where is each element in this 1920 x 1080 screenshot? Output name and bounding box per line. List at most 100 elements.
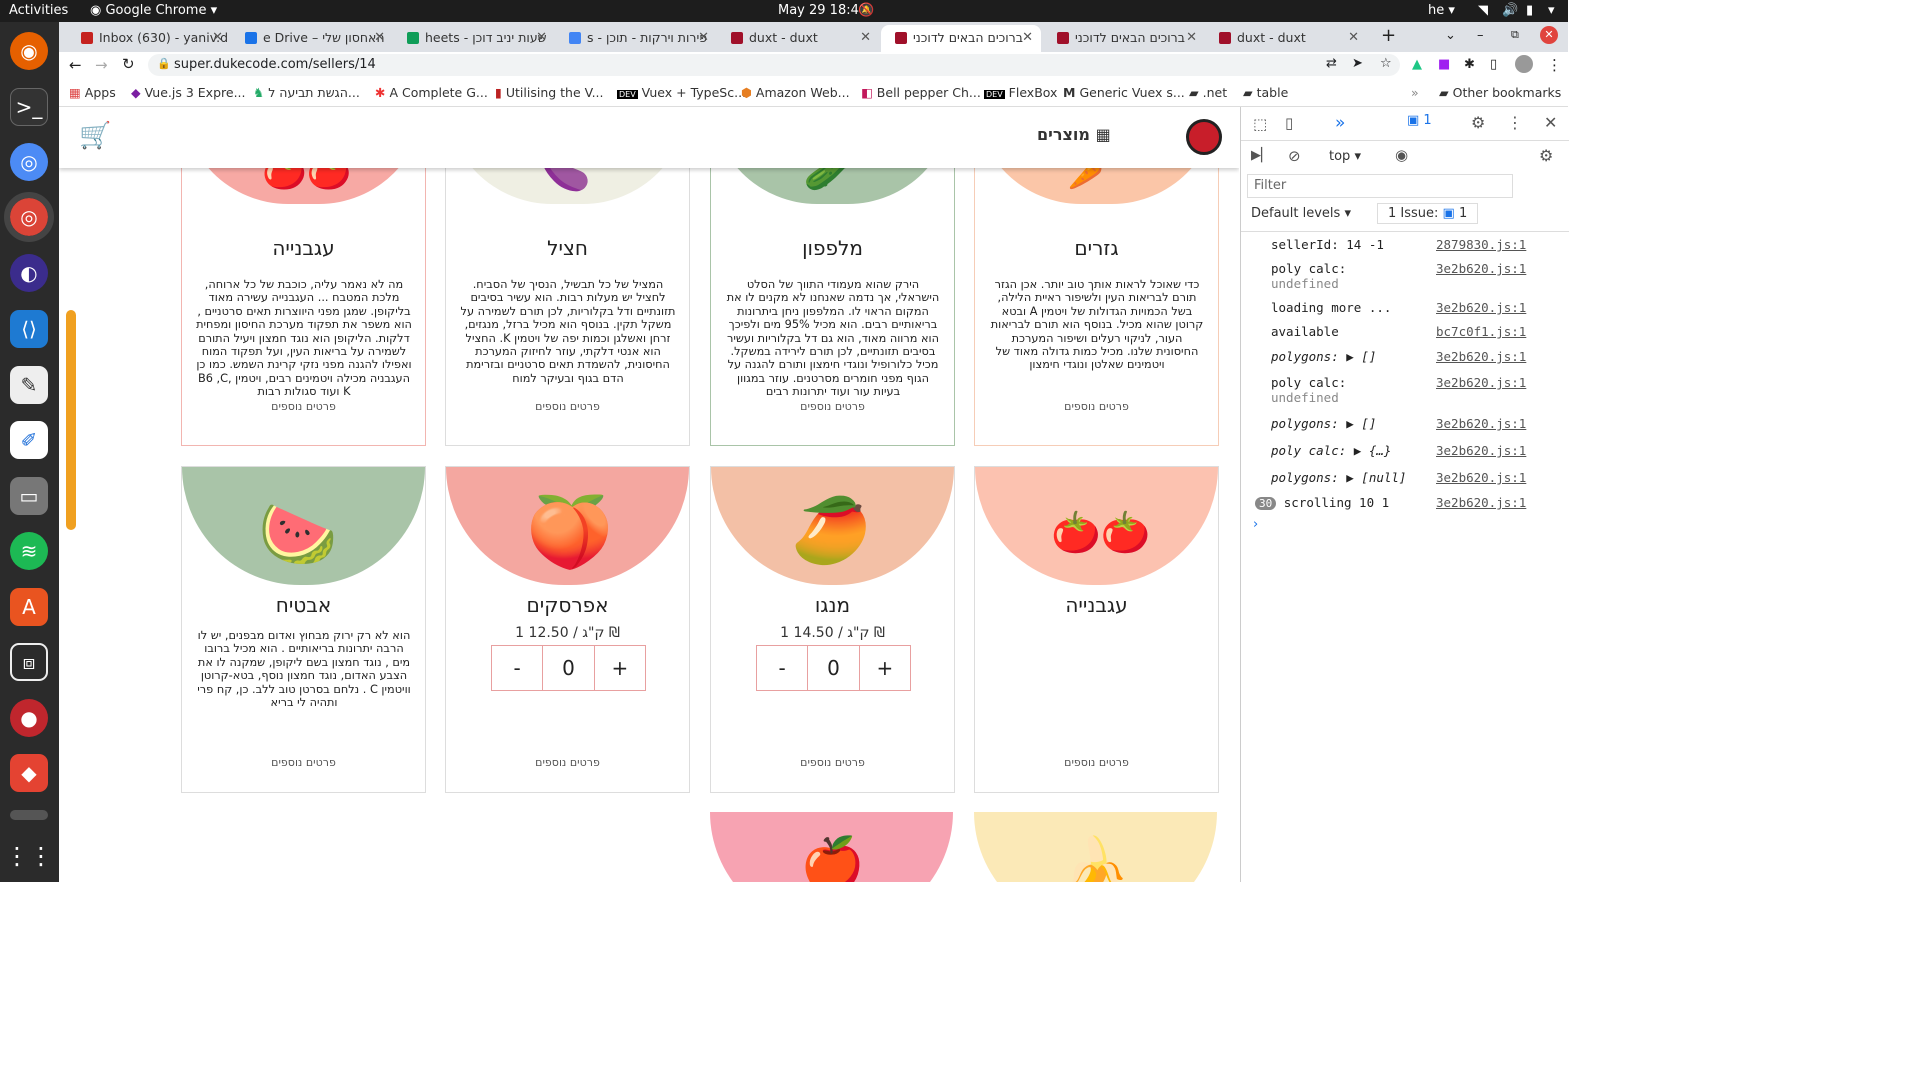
more-details-link[interactable]: פרטים נוספים <box>446 756 689 769</box>
tab-drive[interactable]: e Drive – האחסון שלי ✕ <box>231 25 393 52</box>
vscode-icon[interactable]: ⟨⟩ <box>10 310 48 348</box>
tab-duxt-1[interactable]: duxt - duxt ✕ <box>717 25 879 52</box>
bookmark-flexbox[interactable]: DEV FlexBox <box>984 85 1057 100</box>
console-message[interactable]: polygons: ▶ [] 3e2b620.js:1 <box>1271 416 1526 431</box>
console-filter-input[interactable]: Filter <box>1247 174 1513 198</box>
bookmark-aws[interactable]: ⬢ Amazon Web... <box>741 85 850 100</box>
extensions-puzzle-icon[interactable]: ✱ <box>1464 57 1475 72</box>
bookmark-apps[interactable]: ▦ Apps <box>69 85 116 100</box>
console-message[interactable]: polygons: ▶ [null] 3e2b620.js:1 <box>1271 470 1526 485</box>
bookmark-utilising[interactable]: ▮ Utilising the V... <box>495 85 604 100</box>
bookmark-folder-net[interactable]: ▰ .net <box>1189 85 1227 100</box>
back-icon[interactable]: ← <box>69 56 82 74</box>
volume-icon[interactable]: 🔊 <box>1502 3 1518 18</box>
restore-icon[interactable]: ⧉ <box>1511 28 1519 42</box>
text-editor-icon[interactable]: ✐ <box>10 421 48 459</box>
address-bar[interactable]: 🔒 super.dukecode.com/sellers/14 ⇄ ➤ ☆ <box>148 54 1400 76</box>
console-message[interactable]: available bc7c0f1.js:1 <box>1271 324 1526 339</box>
console-message[interactable]: sellerId: 14 -1 2879830.js:1 <box>1271 237 1526 252</box>
source-link[interactable]: 3e2b620.js:1 <box>1436 261 1526 276</box>
sidebar-toggle-icon[interactable]: ▶▏ <box>1251 148 1271 163</box>
issues-button[interactable]: 1 Issue: ▣ 1 <box>1377 203 1479 224</box>
log-levels-dropdown[interactable]: Default levels ▾ <box>1251 206 1351 221</box>
more-details-link[interactable]: פרטים נוספים <box>182 400 425 413</box>
source-link[interactable]: 3e2b620.js:1 <box>1436 443 1526 458</box>
vue-devtools-icon[interactable]: ▲ <box>1412 57 1422 72</box>
new-tab-button[interactable]: + <box>1381 25 1396 46</box>
more-details-link[interactable]: פרטים נוספים <box>975 400 1218 413</box>
site-logo[interactable] <box>1186 119 1222 155</box>
source-link[interactable]: 3e2b620.js:1 <box>1436 300 1526 315</box>
close-tab-icon[interactable]: ✕ <box>212 30 223 45</box>
chrome-icon[interactable]: ◎ <box>4 192 54 242</box>
browser-icon[interactable]: ◐ <box>10 254 48 292</box>
quantity-value[interactable]: 0 <box>808 646 860 690</box>
chromium-icon[interactable]: ◎ <box>10 143 48 181</box>
drive-icon[interactable] <box>10 810 48 820</box>
bookmark-vue3[interactable]: ◆ Vue.js 3 Expre... <box>131 85 246 100</box>
wifi-icon[interactable]: ◥ <box>1478 3 1488 18</box>
console-message[interactable]: polygons: ▶ [] 3e2b620.js:1 <box>1271 349 1526 364</box>
bookmark-other[interactable]: ▰ Other bookmarks <box>1439 85 1561 100</box>
product-card-peach[interactable]: 🍑 אפרסקים 1 ק"ג / 12.50 ₪ - 0 + פרטים נו… <box>445 466 690 793</box>
source-link[interactable]: 3e2b620.js:1 <box>1436 375 1526 390</box>
more-tabs-icon[interactable]: » <box>1335 113 1345 133</box>
recorder-icon[interactable]: ● <box>10 699 48 737</box>
console-message[interactable]: loading more ... 3e2b620.js:1 <box>1271 300 1526 315</box>
more-details-link[interactable]: פרטים נוספים <box>446 400 689 413</box>
tab-welcome-2[interactable]: ברוכים הבאים לדוכני ✕ <box>1043 25 1205 52</box>
more-details-link[interactable]: פרטים נוספים <box>975 756 1218 769</box>
inspect-element-icon[interactable]: ⬚ <box>1253 115 1267 133</box>
anydesk-icon[interactable]: ◆ <box>10 754 48 792</box>
console-message[interactable]: poly calc: undefined 3e2b620.js:1 <box>1271 261 1526 291</box>
source-link[interactable]: 3e2b620.js:1 <box>1436 470 1526 485</box>
tab-sheets[interactable]: heets - שעות יניב דוכן ✕ <box>393 25 555 52</box>
clock[interactable]: May 29 18:40 <box>778 3 867 18</box>
context-selector[interactable]: top ▾ <box>1329 149 1361 164</box>
tab-gmail[interactable]: Inbox (630) - yaniv.d ✕ <box>67 25 231 52</box>
console-message[interactable]: poly calc: undefined 3e2b620.js:1 <box>1271 375 1526 405</box>
nav-products-link[interactable]: מוצרים ▦ <box>1037 125 1111 144</box>
decrement-button[interactable]: - <box>757 646 809 690</box>
console-message[interactable]: poly calc: ▶ {…} 3e2b620.js:1 <box>1271 443 1526 458</box>
files-icon[interactable]: ▭ <box>10 477 48 515</box>
translate-icon[interactable]: ⇄ <box>1326 56 1337 71</box>
more-details-link[interactable]: פרטים נוספים <box>711 400 954 413</box>
close-tab-icon[interactable]: ✕ <box>860 30 871 45</box>
screenshot-tool-icon[interactable]: ⧈ <box>10 643 48 681</box>
bookmark-complete-guide[interactable]: ✱ A Complete G... <box>375 85 488 100</box>
close-window-icon[interactable]: ✕ <box>1540 26 1558 44</box>
show-apps-icon[interactable]: ⋮⋮ <box>5 837 53 875</box>
battery-icon[interactable]: ▮ <box>1526 3 1533 18</box>
product-card-tomato-2[interactable]: 🍅🍅 עגבנייה פרטים נוספים <box>974 466 1219 793</box>
language-indicator[interactable]: he ▾ <box>1428 3 1455 18</box>
cart-icon[interactable]: 🛒 <box>79 121 111 151</box>
reload-icon[interactable]: ↻ <box>122 55 135 73</box>
product-card-apple[interactable]: 🍎 <box>710 812 955 882</box>
close-tab-icon[interactable]: ✕ <box>698 30 709 45</box>
source-link[interactable]: 3e2b620.js:1 <box>1436 349 1526 364</box>
device-toolbar-icon[interactable]: ▯ <box>1285 114 1293 132</box>
product-card-watermelon[interactable]: 🍉 אבטיח הוא לא רק ירוק מבחוץ ואדום מבפני… <box>181 466 426 793</box>
minimize-icon[interactable]: – <box>1477 28 1484 43</box>
increment-button[interactable]: + <box>595 646 645 690</box>
profile-avatar[interactable] <box>1515 55 1533 73</box>
source-link[interactable]: 3e2b620.js:1 <box>1436 495 1526 510</box>
close-tab-icon[interactable]: ✕ <box>374 30 385 45</box>
close-tab-icon[interactable]: ✕ <box>536 30 547 45</box>
software-center-icon[interactable]: A <box>10 588 48 626</box>
console-prompt-icon[interactable]: › <box>1253 517 1258 532</box>
quantity-value[interactable]: 0 <box>543 646 595 690</box>
console-settings-icon[interactable]: ⚙ <box>1539 146 1553 165</box>
more-details-link[interactable]: פרטים נוספים <box>711 756 954 769</box>
console-message-grouped[interactable]: 30 scrolling 10 1 3e2b620.js:1 <box>1255 495 1526 510</box>
close-devtools-icon[interactable]: ✕ <box>1544 113 1557 132</box>
bookmark-generic-vuex[interactable]: M Generic Vuex s... <box>1063 85 1185 100</box>
bookmark-star-icon[interactable]: ☆ <box>1380 56 1392 71</box>
product-card-mango[interactable]: 🥭 מנגו 1 ק"ג / 14.50 ₪ - 0 + פרטים נוספי… <box>710 466 955 793</box>
clear-console-icon[interactable]: ⊘ <box>1288 147 1301 165</box>
more-details-link[interactable]: פרטים נוספים <box>182 756 425 769</box>
source-link[interactable]: bc7c0f1.js:1 <box>1436 324 1526 339</box>
send-icon[interactable]: ➤ <box>1352 56 1363 71</box>
bookmark-claim[interactable]: ♞ הגשת תביעה ל... <box>253 85 360 100</box>
